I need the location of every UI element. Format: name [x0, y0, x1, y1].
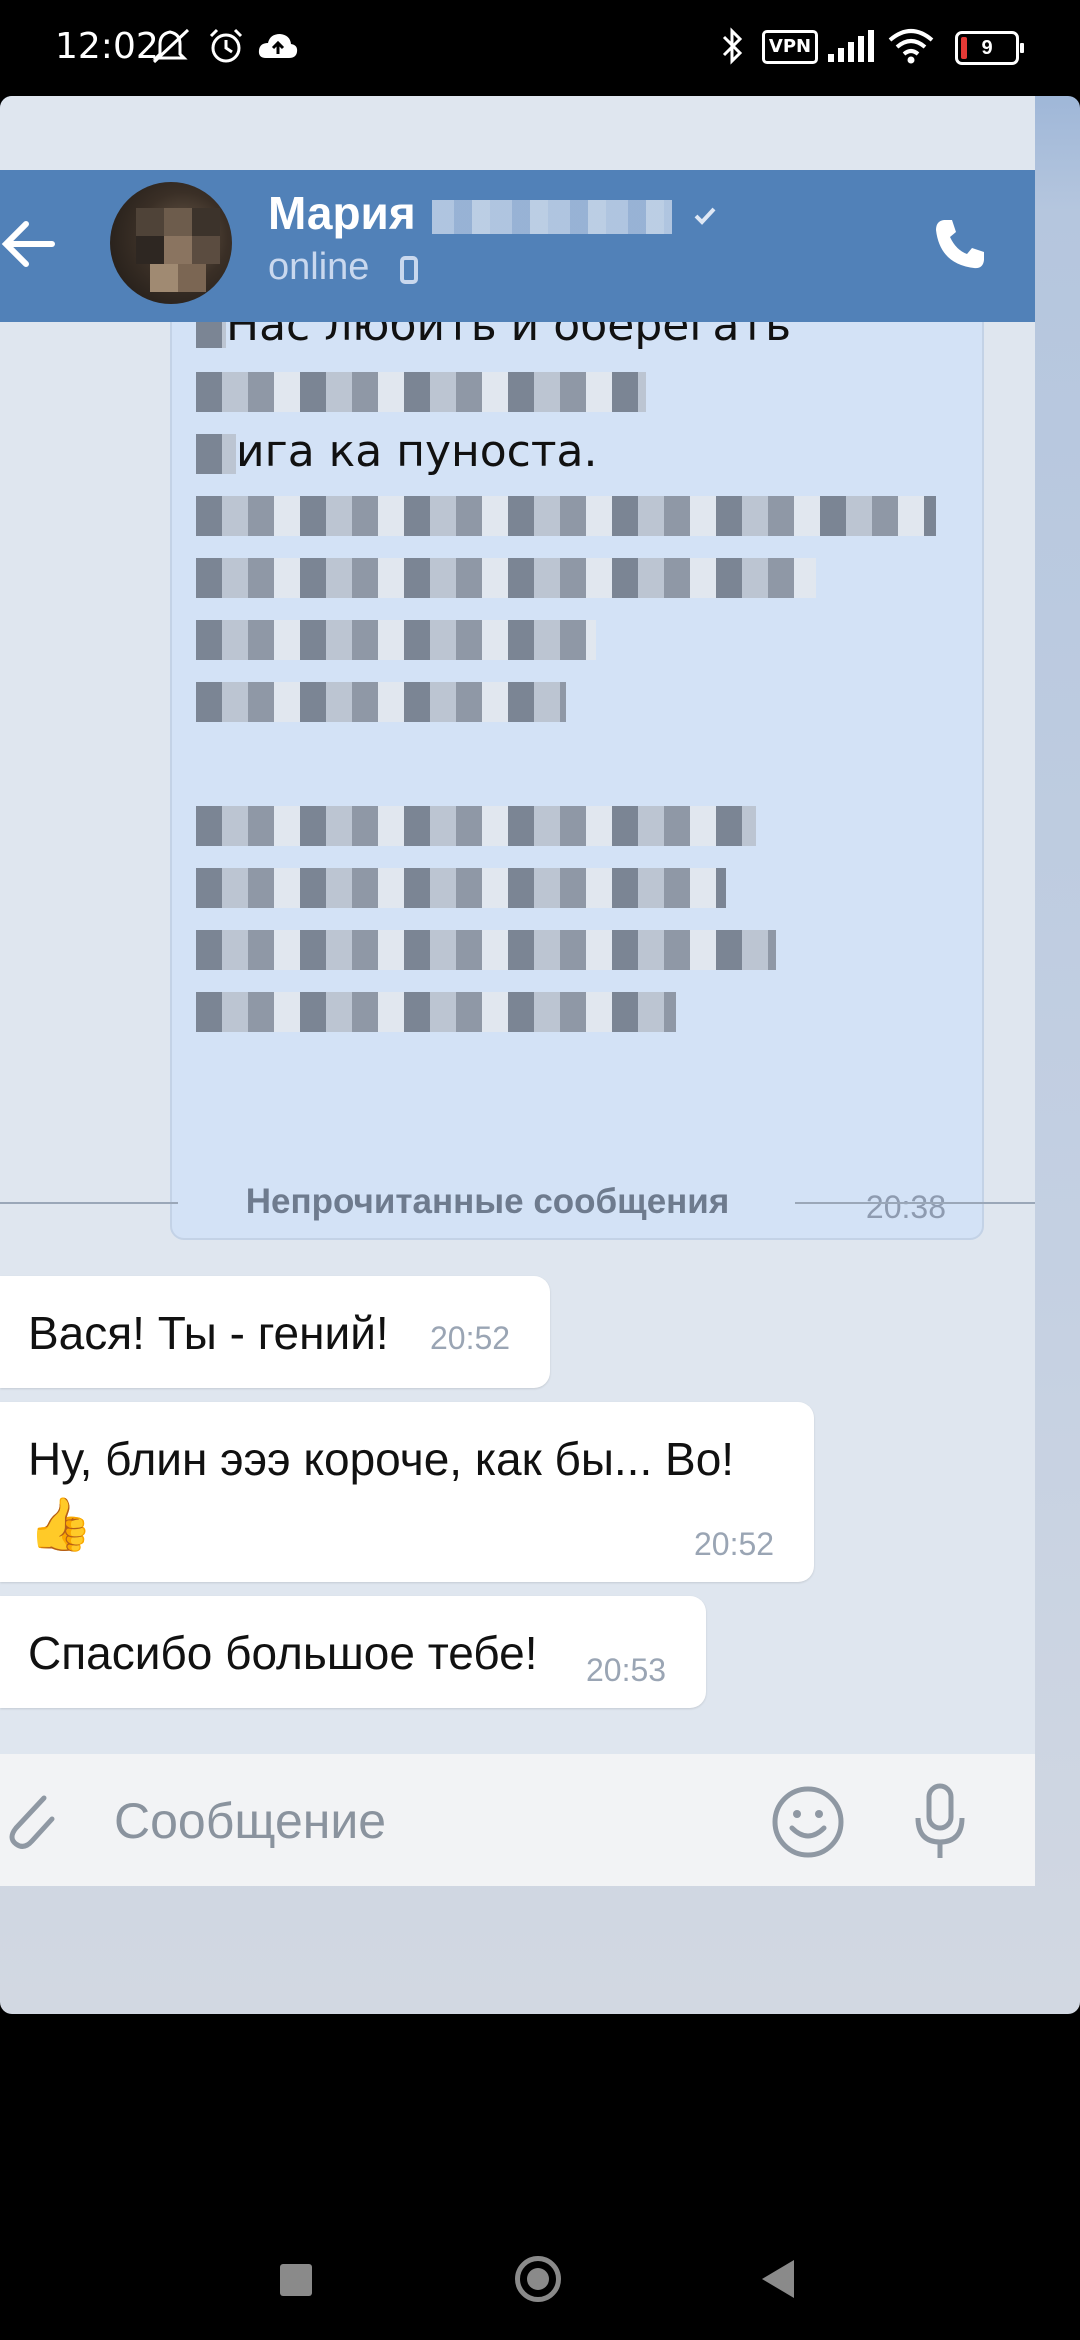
paperclip-icon[interactable]	[0, 1784, 60, 1854]
message-time: 20:52	[430, 1320, 511, 1356]
incoming-message[interactable]: Ну, блин эээ короче, как бы... Во! 👍 20:…	[0, 1402, 814, 1582]
contact-surname-blurred	[432, 200, 672, 234]
message-text: Ну, блин эээ короче, как бы... Во!	[28, 1433, 735, 1485]
thumbs-up-emoji: 👍	[28, 1496, 93, 1554]
checkmark-icon	[694, 207, 716, 225]
cloud-upload-icon	[258, 34, 298, 58]
status-time: 12:02	[55, 26, 159, 67]
divider-line	[795, 1202, 1035, 1204]
message-time: 20:53	[586, 1652, 667, 1688]
vpn-badge: VPN	[762, 30, 818, 64]
incoming-message-blurred: Нас любить и оберегать ига ка пуноста. 2…	[170, 246, 984, 1240]
navigation-bar	[0, 2200, 1080, 2340]
message-text: Вася! Ты - гений!	[28, 1307, 389, 1359]
message-line	[196, 612, 596, 660]
message-line	[196, 798, 756, 846]
photo-frame: Нас любить и оберегать ига ка пуноста. 2…	[0, 96, 1080, 2014]
avatar[interactable]	[110, 182, 232, 304]
signal-icon	[828, 30, 874, 62]
message-line	[196, 984, 676, 1032]
battery-icon: 9	[955, 31, 1024, 65]
bluetooth-icon	[722, 27, 743, 65]
phone-call-icon[interactable]	[930, 214, 990, 274]
microphone-icon[interactable]	[910, 1780, 970, 1864]
chat-header: Мария online	[0, 170, 1035, 322]
message-line	[196, 364, 646, 412]
chat-screen: Нас любить и оберегать ига ка пуноста. 2…	[0, 96, 1035, 1886]
mute-icon	[152, 28, 190, 64]
message-time: 20:52	[694, 1526, 775, 1562]
smile-icon[interactable]	[770, 1784, 846, 1860]
message-line	[196, 674, 566, 722]
message-line	[196, 922, 776, 970]
battery-level: 9	[981, 37, 993, 59]
contact-status: online	[268, 246, 370, 288]
back-button[interactable]	[762, 2260, 794, 2298]
back-arrow-icon[interactable]	[0, 212, 60, 276]
message-line	[196, 488, 936, 536]
message-input[interactable]	[112, 1790, 716, 1852]
status-bar: 12:02 VPN 9	[0, 0, 1080, 96]
contact-name[interactable]: Мария	[268, 186, 416, 240]
incoming-message[interactable]: Спасибо большое тебе! 20:53	[0, 1596, 706, 1708]
alarm-icon	[209, 28, 243, 63]
message-line	[196, 860, 726, 908]
message-text: Спасибо большое тебе!	[28, 1627, 538, 1679]
message-composer	[0, 1754, 1035, 1886]
wifi-icon	[888, 29, 934, 64]
recents-button[interactable]	[280, 2264, 312, 2296]
message-line: ига ка пуноста.	[196, 426, 597, 477]
home-button[interactable]	[515, 2256, 561, 2302]
message-line	[196, 550, 816, 598]
mobile-device-icon	[400, 256, 418, 284]
incoming-message[interactable]: Вася! Ты - гений! 20:52	[0, 1276, 550, 1388]
